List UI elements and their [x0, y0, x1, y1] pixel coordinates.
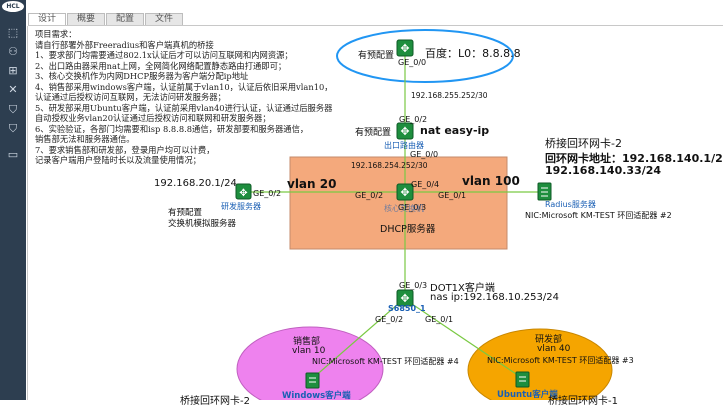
router-nat-label: nat easy-ip: [420, 124, 490, 137]
core-port-left-label: GE_0/2: [355, 191, 384, 200]
vlan-left-label: vlan 20: [287, 177, 337, 191]
sales-nic-label: NIC:Microsoft KM-TEST 环回适配器 #4: [312, 357, 459, 366]
dev-server-name-label: 研发服务器: [221, 202, 261, 211]
svg-text:✥: ✥: [400, 125, 409, 138]
rd-nic-label: NIC:Microsoft KM-TEST 环回适配器 #3: [487, 356, 634, 365]
svg-text:✥: ✥: [239, 188, 247, 199]
access-port-right-label: GE_0/1: [425, 315, 454, 324]
router-port-bottom-label: GE_0/0: [410, 150, 439, 159]
core-port-right-label: GE_0/1: [438, 191, 467, 200]
svg-text:✥: ✥: [400, 186, 409, 199]
dev-server-port-label: GE_0/2: [253, 189, 282, 198]
windows-client-label: Windows客户端: [282, 391, 351, 401]
windows-client-icon[interactable]: [305, 372, 320, 389]
svg-text:✥: ✥: [400, 42, 409, 55]
sales-vlan-label: vlan 10: [292, 346, 326, 356]
loopback-title: 桥接回环网卡-2: [545, 137, 622, 150]
radius-server-icon[interactable]: [537, 182, 552, 201]
isp-preconfig-label: 有预配置: [358, 51, 395, 61]
access-port-left-label: GE_0/2: [375, 315, 404, 324]
router-port-top-label: GE_0/2: [399, 115, 428, 124]
isp-port-label: GE_0/0: [398, 58, 427, 67]
isp-domain-label: 百度：L0：8.8.8.8: [425, 47, 521, 60]
ubuntu-client-icon[interactable]: [515, 371, 530, 388]
core-name-label: 核心交换机: [384, 204, 424, 213]
vlan-right-label: vlan 100: [462, 174, 520, 188]
access-name-label: S6850_1: [388, 304, 426, 313]
loopback-ip: 192.168.140.33/24: [545, 164, 662, 177]
router-isp-icon[interactable]: ✥: [396, 39, 414, 57]
radius-nic-label: NIC:Microsoft KM-TEST 环回适配器 #2: [525, 211, 672, 220]
dev-server-note2: 交换机模拟服务器: [168, 219, 237, 229]
link-isp-router-label: 192.168.255.252/30: [411, 91, 488, 100]
router-preconfig-label: 有预配置: [355, 128, 392, 138]
core-dhcp-label: DHCP服务器: [380, 224, 436, 235]
dev-server-icon[interactable]: ✥: [235, 183, 252, 200]
dev-server-ip-label: 192.168.20.1/24: [154, 178, 237, 189]
link-router-core-label: 192.168.254.252/30: [351, 161, 428, 170]
req-line: 记录客户端用户登陆时长以及流量使用情况；: [35, 155, 201, 165]
rd-vlan-label: vlan 40: [537, 344, 571, 354]
access-port-top-label: GE_0/3: [399, 281, 428, 290]
access-nas-label: nas ip:192.168.10.253/24: [430, 292, 559, 303]
radius-name-label: Radius服务器: [545, 200, 596, 209]
router-exit-icon[interactable]: ✥: [396, 122, 414, 140]
core-port-top-label: GE_0/4: [411, 180, 440, 189]
